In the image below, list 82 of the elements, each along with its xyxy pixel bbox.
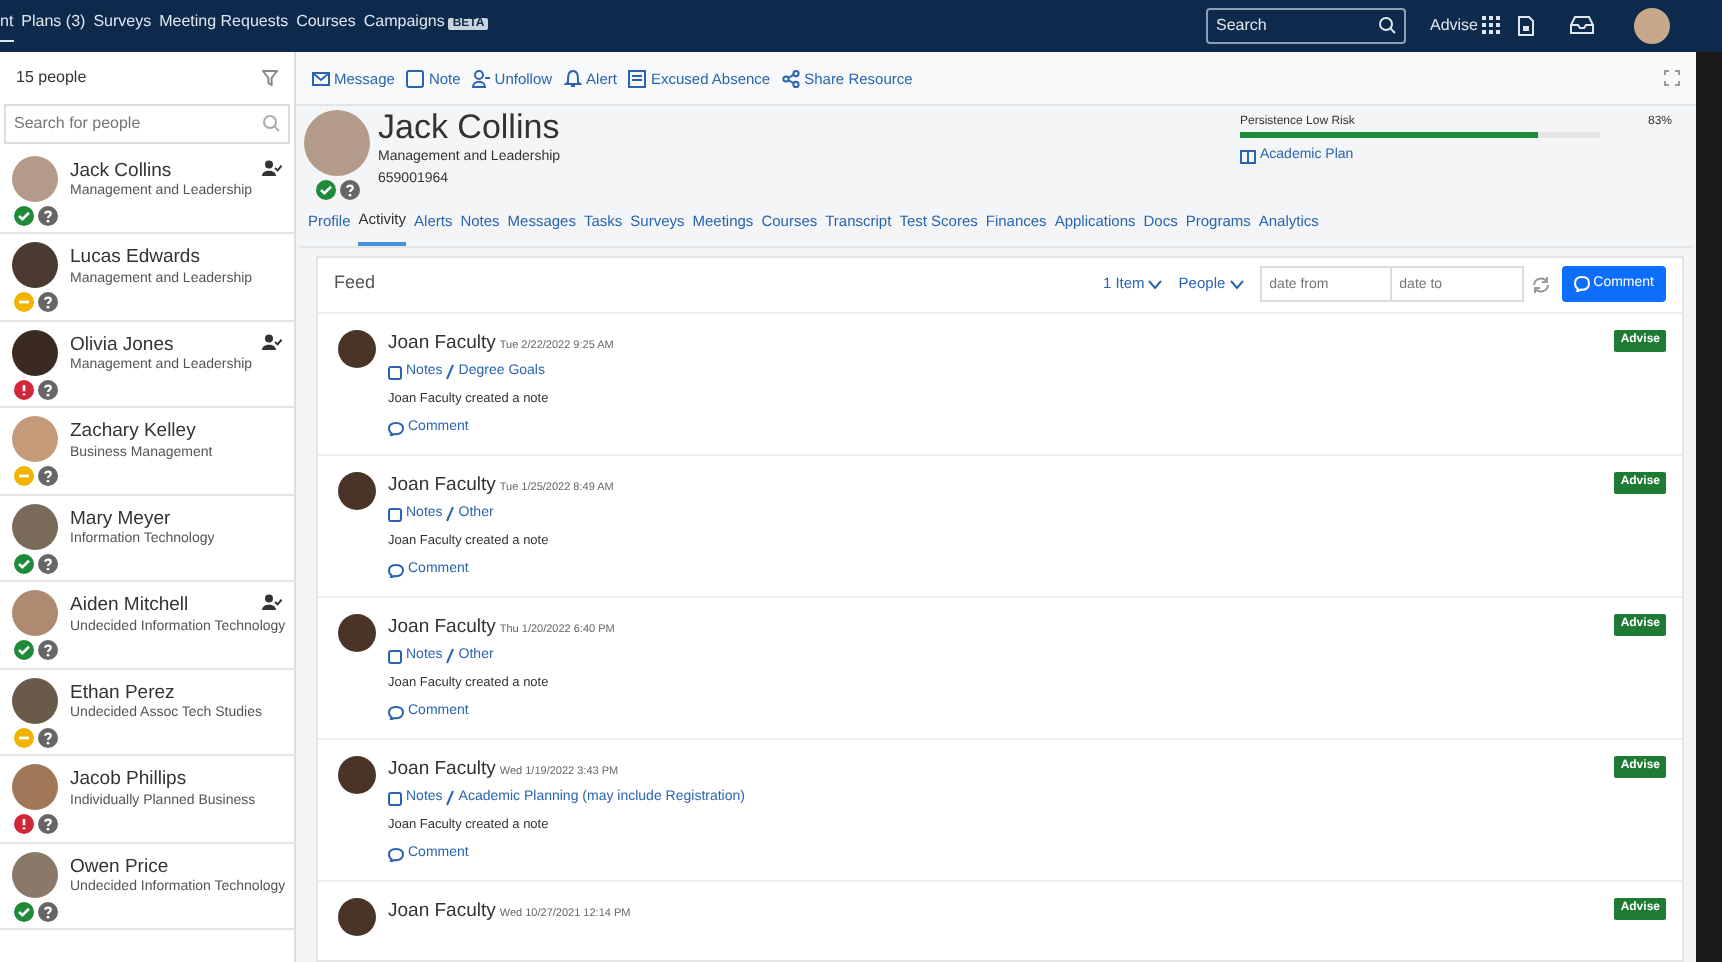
search-icon <box>1377 15 1396 34</box>
speech-bubble-icon <box>388 705 404 720</box>
avatar <box>12 242 58 289</box>
question-icon <box>37 640 57 661</box>
speech-bubble-icon <box>1573 276 1590 292</box>
nav-tab[interactable]: Surveys <box>93 10 152 41</box>
inbox-icon[interactable] <box>1570 16 1594 35</box>
author-avatar <box>338 755 376 793</box>
avatar <box>12 851 58 898</box>
question-icon <box>37 727 57 748</box>
refresh-icon[interactable] <box>1531 275 1550 293</box>
author-avatar <box>338 613 376 651</box>
slash-icon <box>446 364 455 380</box>
people-search-field[interactable]: Search for people <box>4 103 290 144</box>
person-name: Aiden Mitchell <box>70 594 191 618</box>
note-icon <box>388 507 402 521</box>
author-name: Joan Faculty <box>388 329 496 357</box>
author-avatar <box>338 471 376 509</box>
avatar <box>12 503 58 550</box>
envelope-icon <box>312 69 330 88</box>
grid-icon <box>1482 15 1502 36</box>
person-name: Jacob Phillips <box>70 768 189 792</box>
bell-icon <box>564 69 583 88</box>
avatar <box>12 590 58 637</box>
note-icon <box>406 69 425 88</box>
question-icon <box>37 466 57 487</box>
caret-icon <box>1148 279 1163 289</box>
speech-bubble-icon <box>388 421 404 436</box>
question-icon <box>37 292 57 313</box>
book-icon <box>1240 150 1256 165</box>
nav-tab[interactable]: Courses <box>296 10 356 41</box>
question-icon <box>37 553 57 574</box>
slash-icon <box>446 790 455 806</box>
profile-avatar <box>304 110 370 177</box>
person-name: Ethan Perez <box>70 681 177 705</box>
avatar <box>12 677 58 724</box>
person-name: Lucas Edwards <box>70 246 202 270</box>
document-icon <box>628 69 647 88</box>
person-name: Jack Collins <box>70 159 174 183</box>
nav-tab[interactable]: nt <box>0 9 14 42</box>
author-name: Joan Faculty <box>388 613 496 641</box>
user-avatar[interactable] <box>1634 7 1670 44</box>
person-name: Olivia Jones <box>70 333 176 357</box>
people-count: 15 people <box>16 65 87 90</box>
question-icon <box>37 205 57 226</box>
speech-bubble-icon <box>388 563 404 578</box>
author-name: Joan Faculty <box>388 755 496 783</box>
author-name: Joan Faculty <box>388 471 496 499</box>
caret-icon <box>1229 279 1244 289</box>
question-icon <box>37 814 57 835</box>
avatar <box>12 416 58 463</box>
feed-title: Feed <box>334 270 376 297</box>
slash-icon <box>446 648 455 664</box>
filter-icon[interactable] <box>262 69 278 86</box>
search-field[interactable]: Search <box>1205 7 1406 44</box>
share-icon <box>782 69 801 88</box>
avatar <box>12 764 58 811</box>
author-avatar <box>338 897 376 935</box>
author-name: Joan Faculty <box>388 897 496 925</box>
question-icon <box>37 379 57 400</box>
search-icon <box>262 113 280 132</box>
person-name: Zachary Kelley <box>70 420 198 444</box>
person-minus-icon <box>472 69 491 88</box>
scrollbar[interactable] <box>1696 51 1722 962</box>
expand-icon[interactable] <box>1664 70 1680 87</box>
note-icon <box>388 649 402 663</box>
question-icon <box>37 901 57 922</box>
person-name: Mary Meyer <box>70 507 173 531</box>
slash-icon <box>446 506 455 522</box>
note-icon <box>388 791 402 805</box>
avatar <box>12 329 58 376</box>
nav-tab[interactable]: Plans (3) <box>21 10 86 41</box>
note-icon <box>388 365 402 379</box>
avatar <box>12 155 58 202</box>
question-icon <box>339 180 359 201</box>
person-name: Owen Price <box>70 855 171 879</box>
app-switcher[interactable]: Advise <box>1429 13 1502 38</box>
profile-name: Jack Collins <box>378 110 561 149</box>
nav-tab[interactable]: Meeting Requests <box>159 10 289 41</box>
document-icon[interactable] <box>1518 15 1534 36</box>
author-avatar <box>338 329 376 367</box>
speech-bubble-icon <box>388 847 404 862</box>
